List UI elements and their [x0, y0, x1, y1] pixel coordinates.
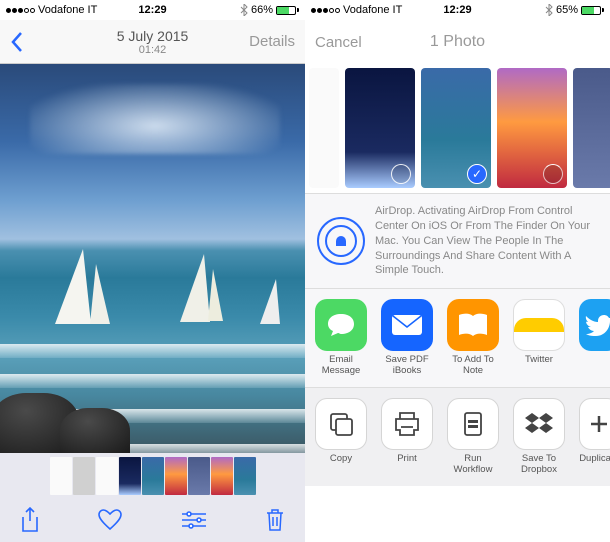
thumbnail[interactable] [188, 457, 210, 495]
thumbnail[interactable] [211, 457, 233, 495]
share-app-twitter[interactable] [579, 299, 610, 377]
nav-bar: 5 July 2015 01:42 Details [0, 20, 305, 64]
action-print[interactable]: Print [381, 398, 433, 476]
print-icon [381, 398, 433, 450]
edit-sliders-icon[interactable] [181, 510, 207, 530]
bottom-toolbar [0, 498, 305, 542]
action-workflow[interactable]: Run Workflow [447, 398, 499, 476]
airdrop-row[interactable]: AirDrop. Activating AirDrop From Control… [305, 194, 610, 289]
share-app-ibooks[interactable]: To Add To Note [447, 299, 499, 377]
bluetooth-icon [545, 4, 553, 16]
ibooks-icon [447, 299, 499, 351]
copy-icon [315, 398, 367, 450]
share-thumbnail-selected[interactable]: ✓ [421, 68, 491, 188]
favorite-icon[interactable] [98, 509, 122, 531]
share-app-messages[interactable]: Email Message [315, 299, 367, 377]
cancel-button[interactable]: Cancel [315, 34, 362, 51]
action-label: Duplicate [579, 454, 610, 465]
airdrop-text: AirDrop. Activating AirDrop From Control… [375, 204, 598, 278]
clock-label: 12:29 [443, 4, 471, 16]
carrier-label: Vodafone IT [38, 4, 97, 16]
trash-icon[interactable] [265, 508, 285, 532]
battery-icon [581, 6, 604, 15]
workflow-icon [447, 398, 499, 450]
share-app-label: Email Message [315, 355, 367, 377]
airdrop-icon [317, 217, 365, 265]
share-apps-row: Email Message Save PDF iBooks To Add To … [305, 289, 610, 388]
duplicate-icon [579, 398, 610, 450]
thumbnail[interactable] [50, 457, 72, 495]
share-app-label: Twitter [525, 355, 553, 366]
thumbnail[interactable] [234, 457, 256, 495]
photo-date-title: 5 July 2015 01:42 [117, 28, 189, 56]
thumbnail[interactable] [96, 457, 118, 495]
share-nav-bar: Cancel 1 Photo [305, 20, 610, 64]
actions-row: Copy Print Run Workflow Save To Dropbox [305, 388, 610, 486]
thumbnail-selected[interactable] [142, 457, 164, 495]
clock-label: 12:29 [138, 4, 166, 16]
action-duplicate[interactable]: Duplicate [579, 398, 610, 476]
share-app-label: Save PDF iBooks [381, 355, 433, 377]
action-label: Save To Dropbox [513, 454, 565, 476]
share-icon[interactable] [20, 507, 40, 533]
share-app-label: To Add To Note [447, 355, 499, 377]
messages-icon [315, 299, 367, 351]
share-thumbnail-row[interactable]: ✓ [305, 64, 610, 194]
selection-count: 1 Photo [430, 33, 485, 51]
mail-icon [381, 299, 433, 351]
share-thumbnail[interactable] [309, 68, 339, 188]
twitter-icon [579, 299, 610, 351]
signal-dots-icon [6, 8, 35, 13]
details-button[interactable]: Details [249, 33, 295, 50]
action-label: Run Workflow [447, 454, 499, 476]
share-thumbnail[interactable] [573, 68, 610, 188]
share-thumbnail[interactable] [345, 68, 415, 188]
carrier-label: Vodafone IT [343, 4, 402, 16]
battery-pct: 65% [556, 4, 578, 16]
photo-viewer[interactable] [0, 64, 305, 453]
dropbox-icon [513, 398, 565, 450]
action-copy[interactable]: Copy [315, 398, 367, 476]
status-bar: Vodafone IT 12:29 65% [305, 0, 610, 20]
notes-icon [513, 299, 565, 351]
thumbnail[interactable] [73, 457, 95, 495]
share-app-mail[interactable]: Save PDF iBooks [381, 299, 433, 377]
action-label: Copy [330, 454, 352, 465]
share-app-notes[interactable]: Twitter [513, 299, 565, 377]
status-bar: Vodafone IT 12:29 66% [0, 0, 305, 20]
photo-filmstrip[interactable] [0, 453, 305, 498]
battery-pct: 66% [251, 4, 273, 16]
share-thumbnail[interactable] [497, 68, 567, 188]
thumbnail[interactable] [165, 457, 187, 495]
signal-dots-icon [311, 8, 340, 13]
bluetooth-icon [240, 4, 248, 16]
action-label: Print [397, 454, 417, 465]
back-arrow-icon[interactable] [10, 31, 24, 53]
action-dropbox[interactable]: Save To Dropbox [513, 398, 565, 476]
battery-icon [276, 6, 299, 15]
thumbnail[interactable] [119, 457, 141, 495]
